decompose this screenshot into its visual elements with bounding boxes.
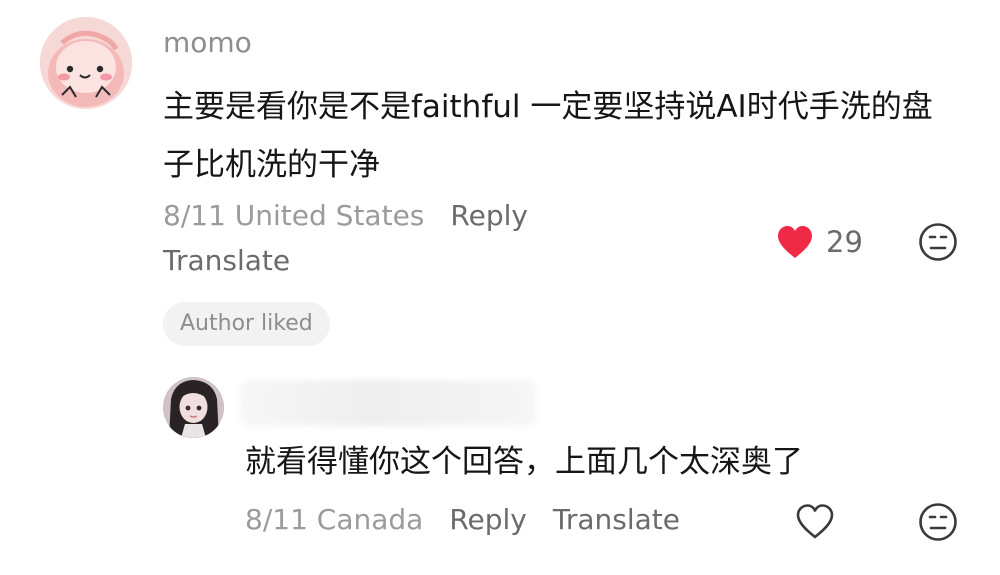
avatar-image xyxy=(163,377,224,438)
reply-translate-button[interactable]: Translate xyxy=(553,503,680,536)
comment-date-location: 8/11 United States xyxy=(163,199,425,232)
reaction-button[interactable] xyxy=(918,222,958,262)
reply-button[interactable]: Reply xyxy=(450,199,528,232)
heart-filled-icon xyxy=(778,226,812,258)
heart-outline-icon xyxy=(796,504,834,539)
reply-meta: 8/11 Canada Reply Translate xyxy=(245,500,680,540)
author-liked-badge: Author liked xyxy=(163,302,330,346)
reply-reply-button[interactable]: Reply xyxy=(449,503,527,536)
comment-username[interactable]: momo xyxy=(163,26,252,59)
translate-button[interactable]: Translate xyxy=(163,241,290,281)
like-count: 29 xyxy=(826,225,863,259)
neutral-face-icon xyxy=(919,223,957,261)
neutral-face-icon xyxy=(919,503,957,541)
reply-like-button[interactable] xyxy=(795,502,835,542)
like-button[interactable]: 29 xyxy=(776,222,863,262)
reply-avatar[interactable] xyxy=(163,377,224,438)
reply-date-location: 8/11 Canada xyxy=(245,503,424,536)
reply-text: 就看得懂你这个回答，上面几个太深奥了 xyxy=(245,444,803,480)
comment-text: 主要是看你是不是faithful 一定要坚持说AI时代手洗的盘子比机洗的干净 xyxy=(163,89,933,183)
avatar[interactable] xyxy=(40,17,132,109)
comment-meta: 8/11 United States Reply xyxy=(163,196,528,236)
avatar-image xyxy=(40,17,132,109)
reply-username-redacted xyxy=(240,380,536,426)
reply-reaction-button[interactable] xyxy=(918,502,958,542)
